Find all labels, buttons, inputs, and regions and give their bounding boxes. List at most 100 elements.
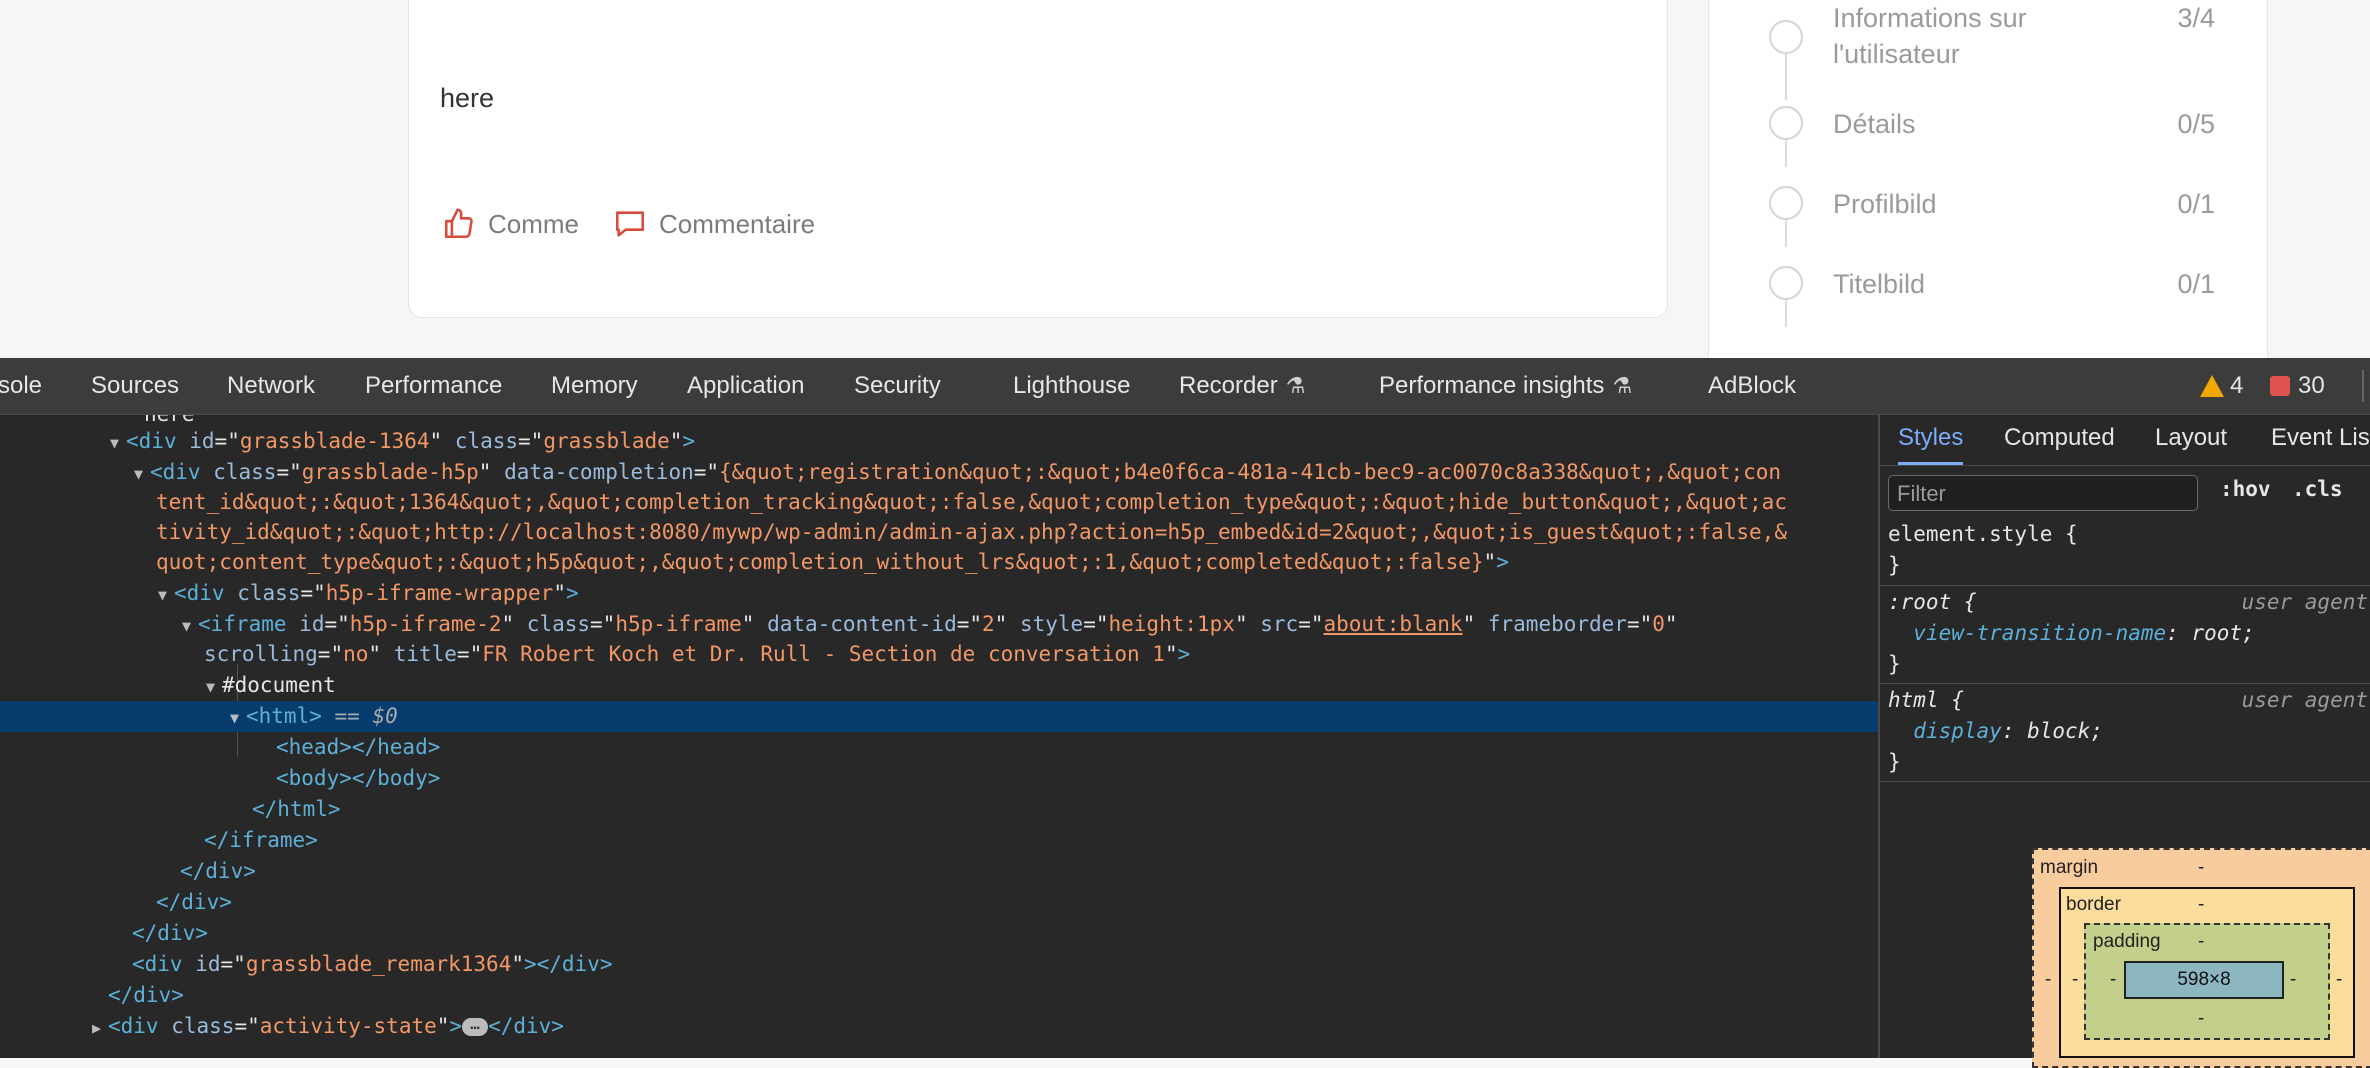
tree-node-iframe-close[interactable]: </iframe>	[0, 825, 1878, 856]
step-circle-icon	[1769, 20, 1803, 54]
tree-node-div-close[interactable]: </div>	[0, 856, 1878, 887]
like-button[interactable]: Comme	[442, 207, 579, 241]
tree-node-iframe-wrapper[interactable]: ▼ <div class="h5p-iframe-wrapper">	[0, 578, 1878, 609]
tab-performance-insights[interactable]: Performance insights ⚗	[1379, 358, 1632, 414]
tree-attr-continuation: quot;content_type&quot;:&quot;h5p&quot;,…	[156, 550, 1509, 574]
step-label: Titelbild	[1833, 269, 1926, 299]
box-model-content[interactable]: 598×8	[2124, 961, 2284, 999]
devtools-tab-bar: sole Sources Network Performance Memory …	[0, 358, 2370, 415]
comment-icon	[615, 211, 645, 237]
border-label: border	[2066, 894, 2121, 915]
step-label: Informations sur l'utilisateur	[1833, 3, 2027, 69]
step-label: Détails	[1833, 109, 1916, 139]
tree-node-div-h5p[interactable]: ▼ <div class="grassblade-h5p" data-comple…	[0, 457, 1878, 488]
tree-attr-continuation: tivity_id&quot;:&quot;http://localhost:8…	[156, 520, 1787, 544]
web-page: here Comme Commentaire Informations sur l…	[0, 0, 2370, 358]
border-top-value: -	[2198, 894, 2205, 915]
expand-arrow-icon[interactable]: ▼	[182, 611, 198, 642]
elements-tree: here ▼<div id="grassblade-1364" class="g…	[0, 415, 1878, 1058]
tree-node-div-close[interactable]: </div>	[0, 980, 1878, 1011]
tree-node-document[interactable]: ▼ #document	[0, 670, 1878, 701]
tab-lighthouse[interactable]: Lighthouse	[1013, 358, 1130, 414]
tab-event-listeners[interactable]: Event Listeners	[2271, 415, 2370, 465]
step-circle-icon	[1769, 106, 1803, 140]
step-count: 0/5	[2177, 109, 2215, 139]
tab-memory[interactable]: Memory	[551, 358, 638, 414]
step-label: Profilbild	[1833, 189, 1937, 219]
profile-progress-panel: Informations sur l'utilisateur 3/4 Détail…	[1708, 0, 2268, 358]
border-left-value: -	[2072, 969, 2079, 990]
step-count: 0/1	[2177, 269, 2215, 299]
margin-left-value: -	[2045, 969, 2052, 990]
tab-sources[interactable]: Sources	[91, 358, 179, 414]
padding-bottom-value: -	[2198, 1008, 2205, 1029]
padding-right-value: -	[2290, 969, 2297, 990]
tree-node-html-selected[interactable]: ▼ <html> == $0	[0, 701, 1878, 732]
expand-arrow-icon[interactable]: ▶	[92, 1013, 108, 1044]
flask-icon: ⚗	[1612, 373, 1633, 398]
tab-layout[interactable]: Layout	[2155, 415, 2227, 465]
tree-node-html-close[interactable]: </html>	[0, 794, 1878, 825]
tree-node-activity-state[interactable]: ▶ <div class="activity-state">… </div>	[0, 1011, 1878, 1042]
comment-button[interactable]: Commentaire	[613, 207, 815, 241]
error-icon	[2270, 376, 2290, 396]
errors-counter[interactable]: 30	[2270, 372, 2325, 400]
tree-node-body[interactable]: <body></body>	[0, 763, 1878, 794]
warnings-counter[interactable]: 4	[2200, 372, 2243, 400]
tree-node-div-grassblade[interactable]: ▼ <div id="grassblade-1364" class="grassb…	[0, 426, 1878, 457]
padding-left-value: -	[2110, 969, 2117, 990]
tree-node-div-close[interactable]: </div>	[0, 918, 1878, 949]
tree-node-iframe[interactable]: ▼ <iframe id="h5p-iframe-2" class="h5p-if…	[0, 609, 1878, 640]
post-actions: Comme Commentaire	[442, 207, 815, 241]
comment-label: Commentaire	[659, 208, 816, 239]
tab-adblock[interactable]: AdBlock	[1708, 358, 1796, 414]
post-text: here	[440, 83, 495, 113]
expand-arrow-icon[interactable]: ▼	[110, 428, 126, 459]
border-right-value: -	[2336, 969, 2343, 990]
styles-filter-input[interactable]: Filter	[1888, 475, 2198, 511]
step-circle-icon	[1769, 266, 1803, 300]
expand-arrow-icon[interactable]: ▼	[230, 703, 246, 734]
element-style-rule[interactable]: element.style { }	[1888, 519, 2368, 581]
padding-top-value: -	[2198, 931, 2205, 952]
tab-network[interactable]: Network	[227, 358, 315, 414]
post-card: here Comme Commentaire	[408, 0, 1668, 318]
ellipsis-icon[interactable]: …	[462, 1016, 489, 1036]
tab-security[interactable]: Security	[854, 358, 941, 414]
tab-application[interactable]: Application	[687, 358, 804, 414]
tab-performance[interactable]: Performance	[365, 358, 502, 414]
tab-console[interactable]: sole	[0, 358, 42, 414]
expand-arrow-icon[interactable]: ▼	[206, 672, 222, 703]
warning-icon	[2200, 375, 2224, 397]
hover-state-toggle[interactable]: :hov	[2220, 477, 2271, 501]
expand-arrow-icon[interactable]: ▼	[134, 459, 150, 490]
tab-styles[interactable]: Styles	[1898, 415, 1964, 465]
thumbs-up-icon	[444, 208, 473, 239]
padding-label: padding	[2093, 931, 2161, 952]
step-count: 0/1	[2177, 189, 2215, 219]
styles-tab-bar: Styles Computed Layout Event Listeners	[1880, 415, 2370, 466]
devtools-panel: sole Sources Network Performance Memory …	[0, 358, 2370, 1058]
iframe-src-link[interactable]: about:blank	[1323, 612, 1462, 636]
margin-label: margin	[2040, 857, 2099, 878]
root-rule[interactable]: :root {user agent view-transition-name: …	[1888, 587, 2368, 680]
rule-divider	[1880, 585, 2370, 586]
step-circle-icon	[1769, 186, 1803, 220]
rule-divider	[1880, 781, 2370, 782]
margin-top-value: -	[2198, 857, 2205, 878]
tab-recorder[interactable]: Recorder ⚗	[1179, 358, 1305, 414]
class-toggle[interactable]: .cls	[2292, 477, 2343, 501]
html-rule[interactable]: html {user agent display: block; }	[1888, 685, 2368, 778]
tree-node-div-close[interactable]: </div>	[0, 887, 1878, 918]
flask-icon: ⚗	[1285, 373, 1306, 398]
tree-attr-continuation: scrolling="no" title="FR Robert Koch et …	[204, 642, 1191, 666]
expand-arrow-icon[interactable]: ▼	[158, 580, 174, 611]
tab-separator	[2362, 370, 2364, 402]
tree-node-head[interactable]: <head></head>	[0, 732, 1878, 763]
like-label: Comme	[488, 208, 580, 239]
tab-computed[interactable]: Computed	[2004, 415, 2115, 465]
step-connector	[1785, 54, 1787, 100]
step-count: 3/4	[2177, 3, 2215, 33]
tree-node-remark[interactable]: <div id="grassblade_remark1364"></div>	[0, 949, 1878, 980]
rule-divider	[1880, 683, 2370, 684]
